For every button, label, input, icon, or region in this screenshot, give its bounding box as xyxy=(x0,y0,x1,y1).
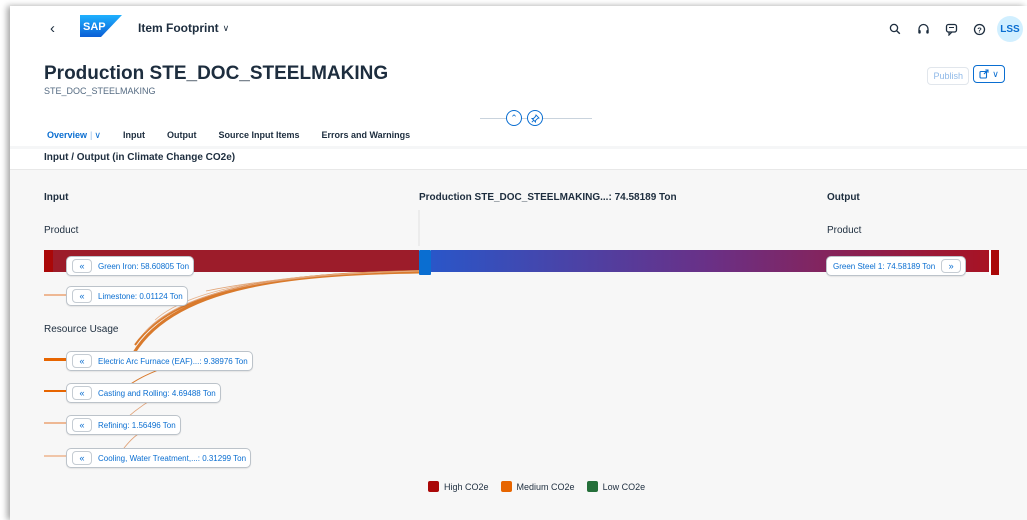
pin-icon xyxy=(530,113,540,123)
input-node-green-iron[interactable]: « Green Iron: 58.60805 Ton xyxy=(66,256,195,276)
co2e-legend: High CO2e Medium CO2e Low CO2e xyxy=(428,481,645,492)
resource-usage-label: Resource Usage xyxy=(44,324,119,335)
chevron-down-icon: ∨ xyxy=(94,130,101,140)
double-chevron-left-icon[interactable]: « xyxy=(72,418,92,432)
input-node-label: Cooling, Water Treatment,...: 0.31299 To… xyxy=(98,453,247,463)
green-steel-output-node xyxy=(991,250,999,275)
chevron-down-icon: ∨ xyxy=(992,68,999,79)
double-chevron-left-icon[interactable]: « xyxy=(72,354,92,368)
user-avatar[interactable]: LSS xyxy=(997,16,1023,42)
input-node-electric-arc-furnace[interactable]: « Electric Arc Furnace (EAF)...: 9.38976… xyxy=(66,351,253,371)
output-node-gap xyxy=(989,250,991,275)
app-title-menu[interactable]: Item Footprint ∨ xyxy=(138,21,229,35)
chat-bubble-icon[interactable] xyxy=(937,17,965,41)
legend-swatch-high xyxy=(428,481,439,492)
cooling-link xyxy=(154,270,420,321)
input-node-casting-and-rolling[interactable]: « Casting and Rolling: 4.69488 Ton xyxy=(66,383,221,403)
legend-item-medium: Medium CO2e xyxy=(500,481,575,492)
legend-label: Medium CO2e xyxy=(516,481,575,492)
pin-header-button[interactable] xyxy=(527,110,543,126)
app-window: ‹ SAP Item Footprint ∨ ? LSS Production … xyxy=(10,6,1027,520)
sankey-panel: Input Production STE_DOC_STEELMAKING...:… xyxy=(10,169,1027,520)
legend-item-high: High CO2e xyxy=(428,481,489,492)
green-iron-source-node xyxy=(44,250,53,272)
tab-label: Overview xyxy=(47,130,88,140)
back-button[interactable]: ‹ xyxy=(50,20,55,37)
production-node xyxy=(419,250,431,275)
input-node-label: Limestone: 0.01124 Ton xyxy=(98,291,183,301)
search-icon[interactable] xyxy=(881,17,909,41)
publish-button[interactable]: Publish xyxy=(927,67,969,85)
chevron-down-icon: ∨ xyxy=(222,22,230,33)
share-menu-button[interactable]: ∨ xyxy=(973,65,1005,83)
chevron-left-icon: ‹ xyxy=(50,20,55,37)
object-header: Production STE_DOC_STEELMAKING STE_DOC_S… xyxy=(10,50,1027,153)
double-chevron-left-icon[interactable]: « xyxy=(72,289,92,303)
double-chevron-right-icon[interactable]: » xyxy=(941,259,962,273)
input-node-label: Refining: 1.56496 Ton xyxy=(98,420,176,430)
legend-swatch-medium xyxy=(500,481,512,492)
tab-separator: | xyxy=(90,130,93,140)
overview-section: Input / Output (in Climate Change CO2e) … xyxy=(10,149,1027,520)
double-chevron-left-icon[interactable]: « xyxy=(72,451,92,465)
svg-text:?: ? xyxy=(977,25,982,34)
eaf-source-node xyxy=(44,358,66,361)
double-chevron-left-icon[interactable]: « xyxy=(72,386,92,400)
input-node-label: Electric Arc Furnace (EAF)...: 9.38976 T… xyxy=(98,356,248,366)
input-node-refining[interactable]: « Refining: 1.56496 Ton xyxy=(66,415,181,435)
page-title: Production STE_DOC_STEELMAKING xyxy=(44,63,389,84)
logo-text: SAP xyxy=(83,21,106,33)
legend-swatch-low xyxy=(586,481,598,492)
app-title: Item Footprint xyxy=(138,21,219,35)
legend-label: High CO2e xyxy=(444,481,489,492)
shell-actions: ? LSS xyxy=(881,16,1027,42)
collapse-header-button[interactable]: ⌃ xyxy=(506,110,522,126)
header-collapse-bar: ⌃ xyxy=(10,108,1027,128)
page-subtitle: STE_DOC_STEELMAKING xyxy=(44,86,156,96)
output-node-label: Green Steel 1: 74.58189 Ton xyxy=(833,261,936,271)
section-title: Input / Output (in Climate Change CO2e) xyxy=(44,152,236,163)
chevron-up-icon: ⌃ xyxy=(510,112,518,123)
legend-item-low: Low CO2e xyxy=(586,481,646,492)
help-icon[interactable]: ? xyxy=(965,17,993,41)
sap-logo: SAP xyxy=(80,15,122,37)
input-node-limestone[interactable]: « Limestone: 0.01124 Ton xyxy=(66,286,188,306)
input-node-cooling-water-treatment[interactable]: « Cooling, Water Treatment,...: 0.31299 … xyxy=(66,448,252,468)
input-node-label: Green Iron: 58.60805 Ton xyxy=(98,261,190,271)
share-icon xyxy=(979,69,989,79)
legend-label: Low CO2e xyxy=(602,481,646,492)
input-node-label: Casting and Rolling: 4.69488 Ton xyxy=(98,388,216,398)
headset-icon[interactable] xyxy=(909,17,937,41)
output-node-green-steel[interactable]: Green Steel 1: 74.58189 Ton » xyxy=(826,256,967,276)
shell-bar: ‹ SAP Item Footprint ∨ ? LSS xyxy=(10,6,1027,50)
double-chevron-left-icon[interactable]: « xyxy=(72,259,92,273)
